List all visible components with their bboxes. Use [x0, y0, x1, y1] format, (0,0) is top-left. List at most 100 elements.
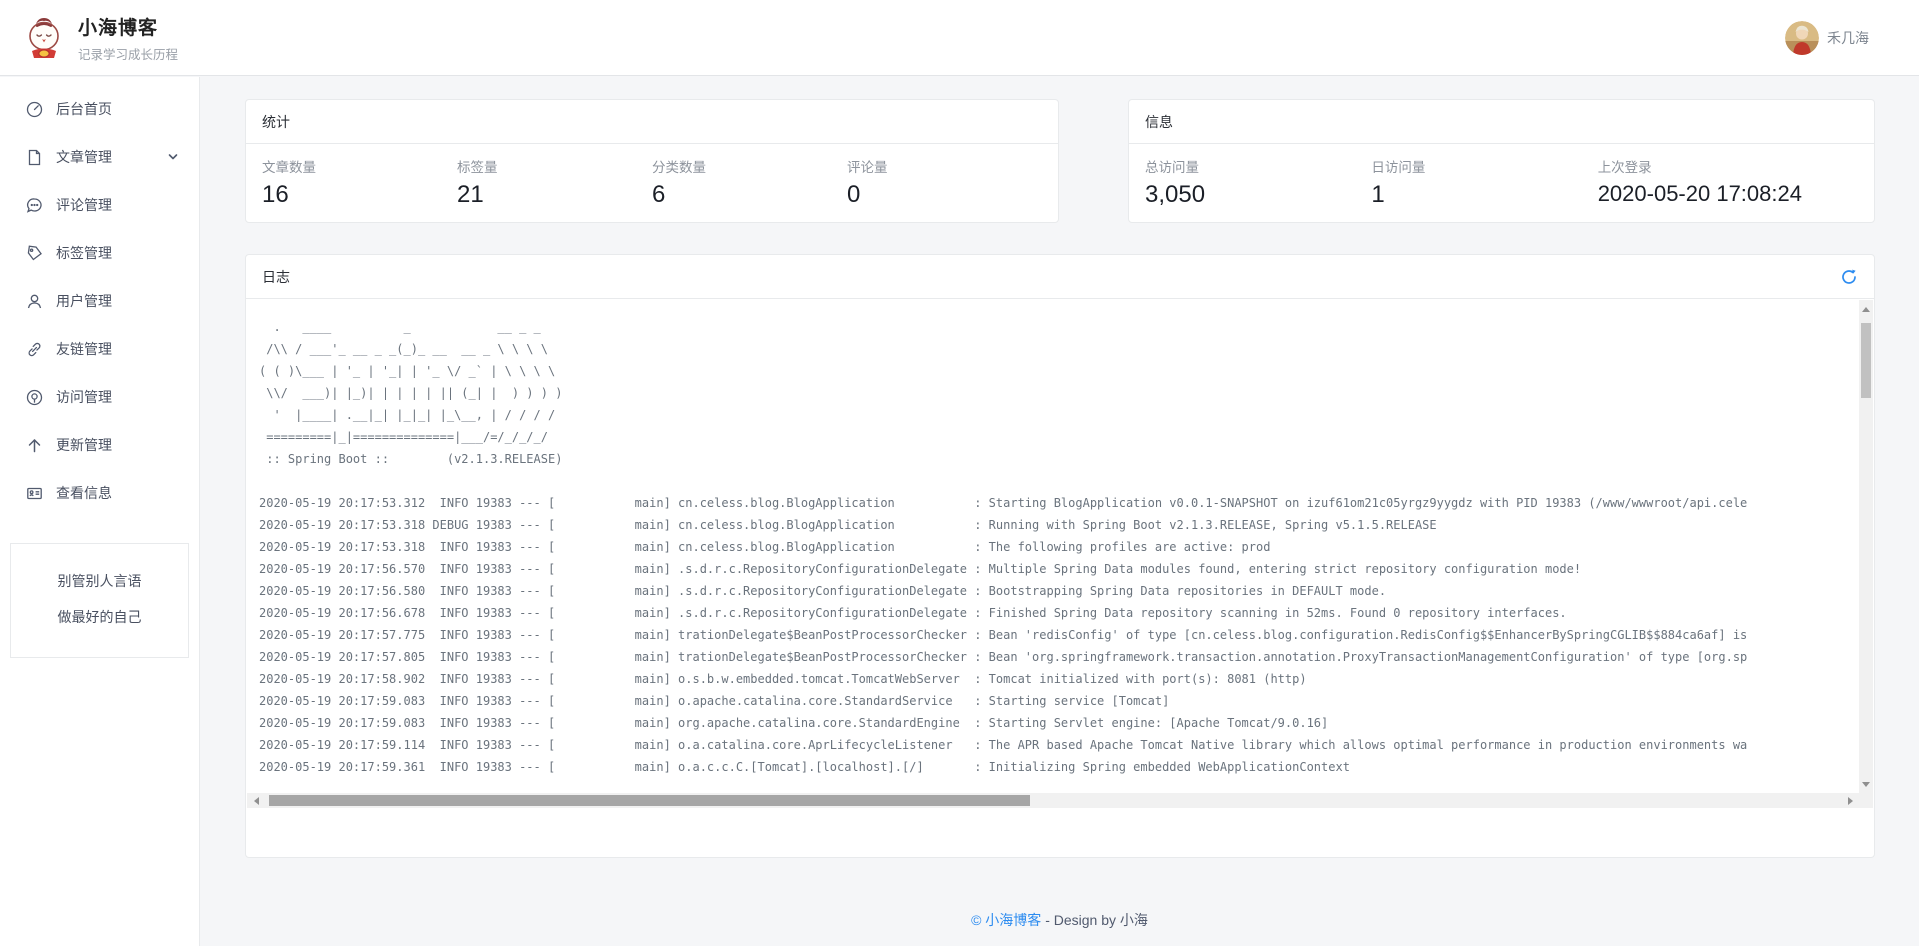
stat-comments: 评论量 0: [847, 156, 1042, 209]
stat-total-visits: 总访问量 3,050: [1145, 156, 1371, 209]
app-title: 小海博客: [78, 13, 178, 40]
log-line: 2020-05-19 20:17:53.318 INFO 19383 --- […: [259, 536, 1873, 558]
motto-line-2: 做最好的自己: [11, 607, 188, 627]
banner-line: ' |____| .__|_| |_|_| |_\__, | / / / /: [259, 404, 1873, 426]
sidebar-item-users[interactable]: 用户管理: [0, 277, 199, 325]
chevron-down-icon: [164, 149, 181, 166]
sidebar-item-visits[interactable]: 访问管理: [0, 373, 199, 421]
scroll-right-arrow[interactable]: [1843, 793, 1857, 808]
vertical-scroll-thumb[interactable]: [1861, 323, 1871, 398]
main-content: 统计 文章数量 16 标签量 21 分类数量 6 评论量 0 信息: [200, 77, 1919, 946]
banner-line: \\/ ___)| |_)| | | | | || (_| | ) ) ) ): [259, 382, 1873, 404]
banner-line: . ____ _ __ _ _: [259, 316, 1873, 338]
sidebar-item-tags[interactable]: 标签管理: [0, 229, 199, 277]
stat-label: 评论量: [847, 156, 1042, 176]
scroll-up-arrow[interactable]: [1859, 302, 1873, 316]
stat-categories: 分类数量 6: [652, 156, 847, 209]
banner-line: ( ( )\___ | '_ | '_| | '_ \/ _` | \ \ \ …: [259, 360, 1873, 382]
stat-value: 2020-05-20 17:08:24: [1598, 181, 1858, 207]
log-line: 2020-05-19 20:17:56.570 INFO 19383 --- […: [259, 558, 1873, 580]
stat-value: 0: [847, 181, 1042, 209]
scroll-left-arrow[interactable]: [249, 793, 263, 808]
log-card-title: 日志: [262, 267, 290, 287]
compass-icon: [26, 389, 43, 406]
sidebar-item-comments[interactable]: 评论管理: [0, 181, 199, 229]
stat-daily-visits: 日访问量 1: [1371, 156, 1597, 209]
comment-icon: [26, 197, 43, 214]
document-icon: [26, 149, 43, 166]
refresh-icon[interactable]: [1840, 268, 1858, 286]
log-line: 2020-05-19 20:17:53.312 INFO 19383 --- […: [259, 492, 1873, 514]
sidebar-item-info[interactable]: 查看信息: [0, 469, 199, 517]
info-card-header: 信息: [1129, 100, 1874, 144]
stat-label: 上次登录: [1598, 156, 1858, 176]
sidebar-item-label: 标签管理: [56, 243, 181, 263]
log-line: 2020-05-19 20:17:59.361 INFO 19383 --- […: [259, 756, 1873, 778]
tag-icon: [26, 245, 43, 262]
sidebar: 后台首页 文章管理 评论管理 标签管理: [0, 77, 200, 946]
sidebar-item-dashboard[interactable]: 后台首页: [0, 85, 199, 133]
sidebar-item-label: 评论管理: [56, 195, 181, 215]
info-card-body: 总访问量 3,050 日访问量 1 上次登录 2020-05-20 17:08:…: [1129, 144, 1874, 225]
footer: © 小海博客 - Design by 小海: [200, 910, 1919, 930]
banner-line: :: Spring Boot :: (v2.1.3.RELEASE): [259, 448, 1873, 470]
sidebar-item-label: 后台首页: [56, 99, 181, 119]
blank-line: [259, 470, 1873, 492]
stat-value: 1: [1371, 181, 1597, 209]
log-line: 2020-05-19 20:17:57.775 INFO 19383 --- […: [259, 624, 1873, 646]
stat-label: 总访问量: [1145, 156, 1371, 176]
sidebar-item-label: 查看信息: [56, 483, 181, 503]
stat-label: 日访问量: [1371, 156, 1597, 176]
sidebar-item-articles[interactable]: 文章管理: [0, 133, 199, 181]
stats-card-header: 统计: [246, 100, 1058, 144]
stat-articles: 文章数量 16: [262, 156, 457, 209]
info-card-title: 信息: [1145, 112, 1173, 132]
stats-card: 统计 文章数量 16 标签量 21 分类数量 6 评论量 0: [245, 99, 1059, 223]
info-card: 信息 总访问量 3,050 日访问量 1 上次登录 2020-05-20 17:…: [1128, 99, 1875, 223]
sidebar-item-label: 更新管理: [56, 435, 181, 455]
stats-card-title: 统计: [262, 112, 290, 132]
motto-box: 别管别人言语 做最好的自己: [10, 543, 189, 658]
sidebar-item-label: 友链管理: [56, 339, 181, 359]
stat-label: 文章数量: [262, 156, 457, 176]
sidebar-item-updates[interactable]: 更新管理: [0, 421, 199, 469]
stat-value: 6: [652, 181, 847, 209]
dashboard-icon: [26, 101, 43, 118]
log-line: 2020-05-19 20:17:53.318 DEBUG 19383 --- …: [259, 514, 1873, 536]
stats-card-body: 文章数量 16 标签量 21 分类数量 6 评论量 0: [246, 144, 1058, 225]
stat-label: 分类数量: [652, 156, 847, 176]
user-icon: [26, 293, 43, 310]
footer-middle-text: - Design by: [1041, 912, 1120, 928]
scrollbar-corner: [1859, 793, 1873, 808]
motto-line-1: 别管别人言语: [11, 571, 188, 591]
vertical-scrollbar[interactable]: [1859, 300, 1873, 793]
stat-value: 21: [457, 181, 652, 209]
log-line: 2020-05-19 20:17:56.580 INFO 19383 --- […: [259, 580, 1873, 602]
user-menu[interactable]: 禾几海: [1785, 21, 1869, 55]
log-card: 日志 . ____ _ __ _ _ /\\ / ___'_ __ _ _(_)…: [245, 254, 1875, 858]
app-logo-icon: [24, 16, 64, 60]
user-name: 禾几海: [1827, 28, 1869, 48]
footer-author: 小海: [1120, 912, 1148, 928]
link-icon: [26, 341, 43, 358]
horizontal-scroll-thumb[interactable]: [269, 795, 1030, 806]
scroll-down-arrow[interactable]: [1859, 777, 1873, 791]
log-line: 2020-05-19 20:17:59.083 INFO 19383 --- […: [259, 712, 1873, 734]
avatar: [1785, 21, 1819, 55]
banner-line: /\\ / ___'_ __ _ _(_)_ __ __ _ \ \ \ \: [259, 338, 1873, 360]
sidebar-item-label: 文章管理: [56, 147, 151, 167]
id-card-icon: [26, 485, 43, 502]
log-card-header: 日志: [246, 255, 1874, 299]
sidebar-item-links[interactable]: 友链管理: [0, 325, 199, 373]
log-line: 2020-05-19 20:17:58.902 INFO 19383 --- […: [259, 668, 1873, 690]
footer-link[interactable]: © 小海博客: [971, 912, 1041, 928]
log-line: 2020-05-19 20:17:59.083 INFO 19383 --- […: [259, 690, 1873, 712]
sidebar-item-label: 用户管理: [56, 291, 181, 311]
stat-value: 16: [262, 181, 457, 209]
log-viewport[interactable]: . ____ _ __ _ _ /\\ / ___'_ __ _ _(_)_ _…: [247, 300, 1873, 808]
app-subtitle: 记录学习成长历程: [78, 44, 178, 63]
horizontal-scrollbar[interactable]: [247, 793, 1859, 808]
log-line: 2020-05-19 20:17:57.805 INFO 19383 --- […: [259, 646, 1873, 668]
log-line: 2020-05-19 20:17:59.114 INFO 19383 --- […: [259, 734, 1873, 756]
stat-value: 3,050: [1145, 181, 1371, 209]
